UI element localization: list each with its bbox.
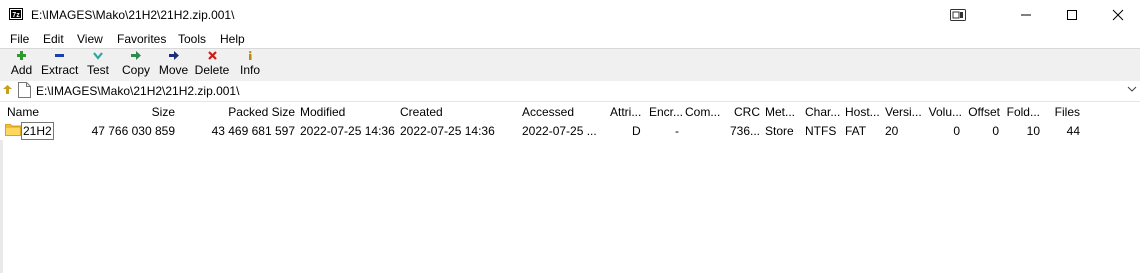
row-name[interactable]: 21H2 <box>21 122 54 140</box>
table-row[interactable]: 21H2 47 766 030 859 43 469 681 597 2022-… <box>0 122 1140 140</box>
address-bar: E:\IMAGES\Mako\21H2\21H2.zip.001\ <box>0 81 1140 102</box>
header-modified[interactable]: Modified <box>300 105 345 119</box>
info-label: Info <box>239 63 260 77</box>
row-packed-size: 43 469 681 597 <box>211 124 295 138</box>
header-size[interactable]: Size <box>120 105 175 119</box>
row-modified: 2022-07-25 14:36 <box>300 124 395 138</box>
maximize-button[interactable] <box>1049 0 1095 30</box>
row-attributes: D <box>632 124 641 138</box>
add-button[interactable]: Add <box>9 50 34 80</box>
header-offset[interactable]: Offset <box>962 105 1000 119</box>
header-crc[interactable]: CRC <box>720 105 760 119</box>
menu-view[interactable]: View <box>77 32 103 46</box>
extract-button[interactable]: Extract <box>41 50 78 80</box>
move-button[interactable]: Move <box>158 50 189 80</box>
info-button[interactable]: Info <box>238 50 262 80</box>
test-button[interactable]: Test <box>86 50 110 80</box>
window-left-edge <box>0 140 3 273</box>
row-size: 47 766 030 859 <box>91 124 175 138</box>
add-icon <box>17 51 26 60</box>
header-encrypted[interactable]: Encr... <box>649 105 683 119</box>
header-packed-size[interactable]: Packed Size <box>210 105 295 119</box>
up-folder-icon[interactable] <box>3 85 12 94</box>
row-characteristics: NTFS <box>805 124 837 138</box>
add-label: Add <box>10 63 33 77</box>
copy-button[interactable]: Copy <box>121 50 151 80</box>
row-crc: 736... <box>729 124 760 138</box>
toolbar: Add Extract Test Copy Move Delete Info <box>0 48 1140 81</box>
snap-layout-icon <box>950 9 966 21</box>
header-method[interactable]: Met... <box>765 105 795 119</box>
header-name[interactable]: Name <box>7 105 39 119</box>
file-icon <box>18 82 31 98</box>
minimize-button[interactable] <box>1003 0 1049 30</box>
header-files[interactable]: Files <box>1045 105 1080 119</box>
header-created[interactable]: Created <box>400 105 443 119</box>
header-volume[interactable]: Volu... <box>922 105 962 119</box>
row-offset: 0 <box>992 124 999 138</box>
close-icon <box>1112 9 1124 21</box>
copy-label: Copy <box>121 63 150 77</box>
menu-edit[interactable]: Edit <box>43 32 64 46</box>
test-label: Test <box>86 63 109 77</box>
delete-label: Delete <box>194 63 230 77</box>
info-icon <box>249 51 252 60</box>
extract-label: Extract <box>41 63 79 77</box>
test-icon <box>93 52 103 60</box>
row-method: Store <box>765 124 794 138</box>
move-label: Move <box>158 63 189 77</box>
header-accessed[interactable]: Accessed <box>522 105 574 119</box>
header-version[interactable]: Versi... <box>885 105 922 119</box>
delete-icon <box>207 51 217 60</box>
window-title: E:\IMAGES\Mako\21H2\21H2.zip.001\ <box>31 8 235 22</box>
address-path[interactable]: E:\IMAGES\Mako\21H2\21H2.zip.001\ <box>36 84 239 98</box>
header-comment[interactable]: Com... <box>685 105 720 119</box>
header-host-os[interactable]: Host... <box>845 105 880 119</box>
menu-tools[interactable]: Tools <box>178 32 206 46</box>
folder-icon <box>5 124 21 136</box>
menu-help[interactable]: Help <box>220 32 245 46</box>
extract-icon <box>55 54 64 57</box>
row-volume: 0 <box>953 124 960 138</box>
snap-layout-button[interactable] <box>935 0 981 30</box>
row-encrypted: - <box>675 124 679 138</box>
header-folders[interactable]: Fold... <box>1004 105 1040 119</box>
chevron-down-icon[interactable] <box>1127 85 1137 93</box>
title-bar: 7z E:\IMAGES\Mako\21H2\21H2.zip.001\ <box>0 0 1140 30</box>
menu-bar: File Edit View Favorites Tools Help <box>0 30 1140 48</box>
copy-icon <box>131 51 141 60</box>
svg-text:7z: 7z <box>12 12 20 19</box>
row-accessed: 2022-07-25 ... <box>522 124 597 138</box>
menu-favorites[interactable]: Favorites <box>117 32 166 46</box>
7zip-app-icon: 7z <box>9 8 23 20</box>
row-files: 44 <box>1066 124 1080 138</box>
delete-button[interactable]: Delete <box>194 50 230 80</box>
menu-file[interactable]: File <box>10 32 29 46</box>
header-attributes[interactable]: Attri... <box>610 105 641 119</box>
row-folders: 10 <box>1026 124 1040 138</box>
row-version: 20 <box>885 124 899 138</box>
minimize-icon <box>1021 14 1031 16</box>
close-button[interactable] <box>1095 0 1140 30</box>
row-host-os: FAT <box>845 124 867 138</box>
maximize-icon <box>1067 10 1077 20</box>
header-characteristics[interactable]: Char... <box>805 105 840 119</box>
row-created: 2022-07-25 14:36 <box>400 124 495 138</box>
column-headers: Name Size Packed Size Modified Created A… <box>0 103 1140 121</box>
move-icon <box>168 51 179 60</box>
